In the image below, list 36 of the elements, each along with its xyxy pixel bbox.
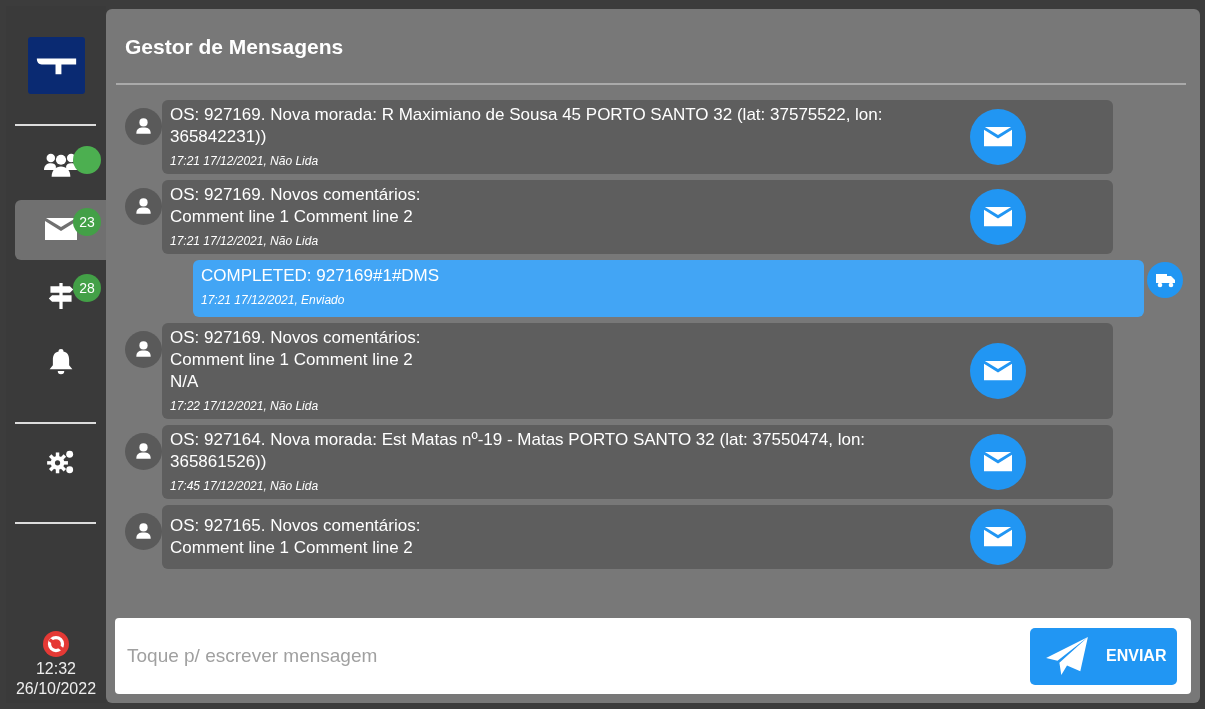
message-text: OS: 927169. Nova morada: R Maximiano de Sousa 45 PORTO SANTO 32 (lat: 37575522, lon: 365842231))	[170, 104, 884, 148]
page-title: Gestor de Mensagens	[124, 34, 345, 60]
message-meta: 17:21 17/12/2021, Não Lida	[170, 233, 320, 250]
message-text: OS: 927169. Novos comentários: Comment line 1 Comment line 2 N/A	[170, 327, 422, 393]
people-icon	[43, 151, 78, 177]
mail-button[interactable]	[970, 434, 1026, 490]
message-meta: 17:21 17/12/2021, Não Lida	[170, 153, 320, 170]
mail-button[interactable]	[970, 343, 1026, 399]
message-text: COMPLETED: 927169#1#DMS	[201, 265, 441, 287]
mail-button[interactable]	[970, 509, 1026, 565]
mail-button[interactable]	[970, 109, 1026, 165]
nav-item[interactable]: 23	[15, 200, 106, 260]
envelope-icon	[984, 360, 1012, 382]
message-field[interactable]: Toque p/ escrever mensagem ENVIAR	[115, 618, 1191, 694]
clock-date: 26/10/2022	[15, 679, 97, 699]
clock-time: 12:32	[35, 659, 76, 679]
message-text: OS: 927164. Nova morada: Est Matas nº-19 - Matas PORTO SANTO 32 (lat: 37550474, lon: 365861526))	[170, 429, 867, 473]
nav-item[interactable]: 28	[15, 266, 106, 326]
envelope-icon	[984, 206, 1012, 228]
envelope-icon	[984, 526, 1012, 548]
message-meta: 17:22 17/12/2021, Não Lida	[170, 398, 320, 415]
logo	[28, 37, 85, 94]
message-meta: 17:21 17/12/2021, Enviado	[201, 292, 346, 309]
count-badge: 23	[73, 208, 101, 236]
message-meta: 17:45 17/12/2021, Não Lida	[170, 478, 320, 495]
envelope-icon	[984, 126, 1012, 148]
message-text: OS: 927165. Novos comentários: Comment line 1 Comment line 2	[170, 515, 422, 559]
mail-button[interactable]	[970, 189, 1026, 245]
count-badge: 28	[73, 274, 101, 302]
envelope-icon	[984, 451, 1012, 473]
envelope-icon	[44, 217, 77, 243]
paper-plane-icon	[1046, 637, 1088, 675]
truck-icon	[1147, 262, 1183, 298]
send-button[interactable]: ENVIAR	[1030, 627, 1177, 685]
connection-icon	[43, 631, 69, 657]
message-text: OS: 927169. Novos comentários: Comment line 1 Comment line 2	[170, 184, 422, 228]
